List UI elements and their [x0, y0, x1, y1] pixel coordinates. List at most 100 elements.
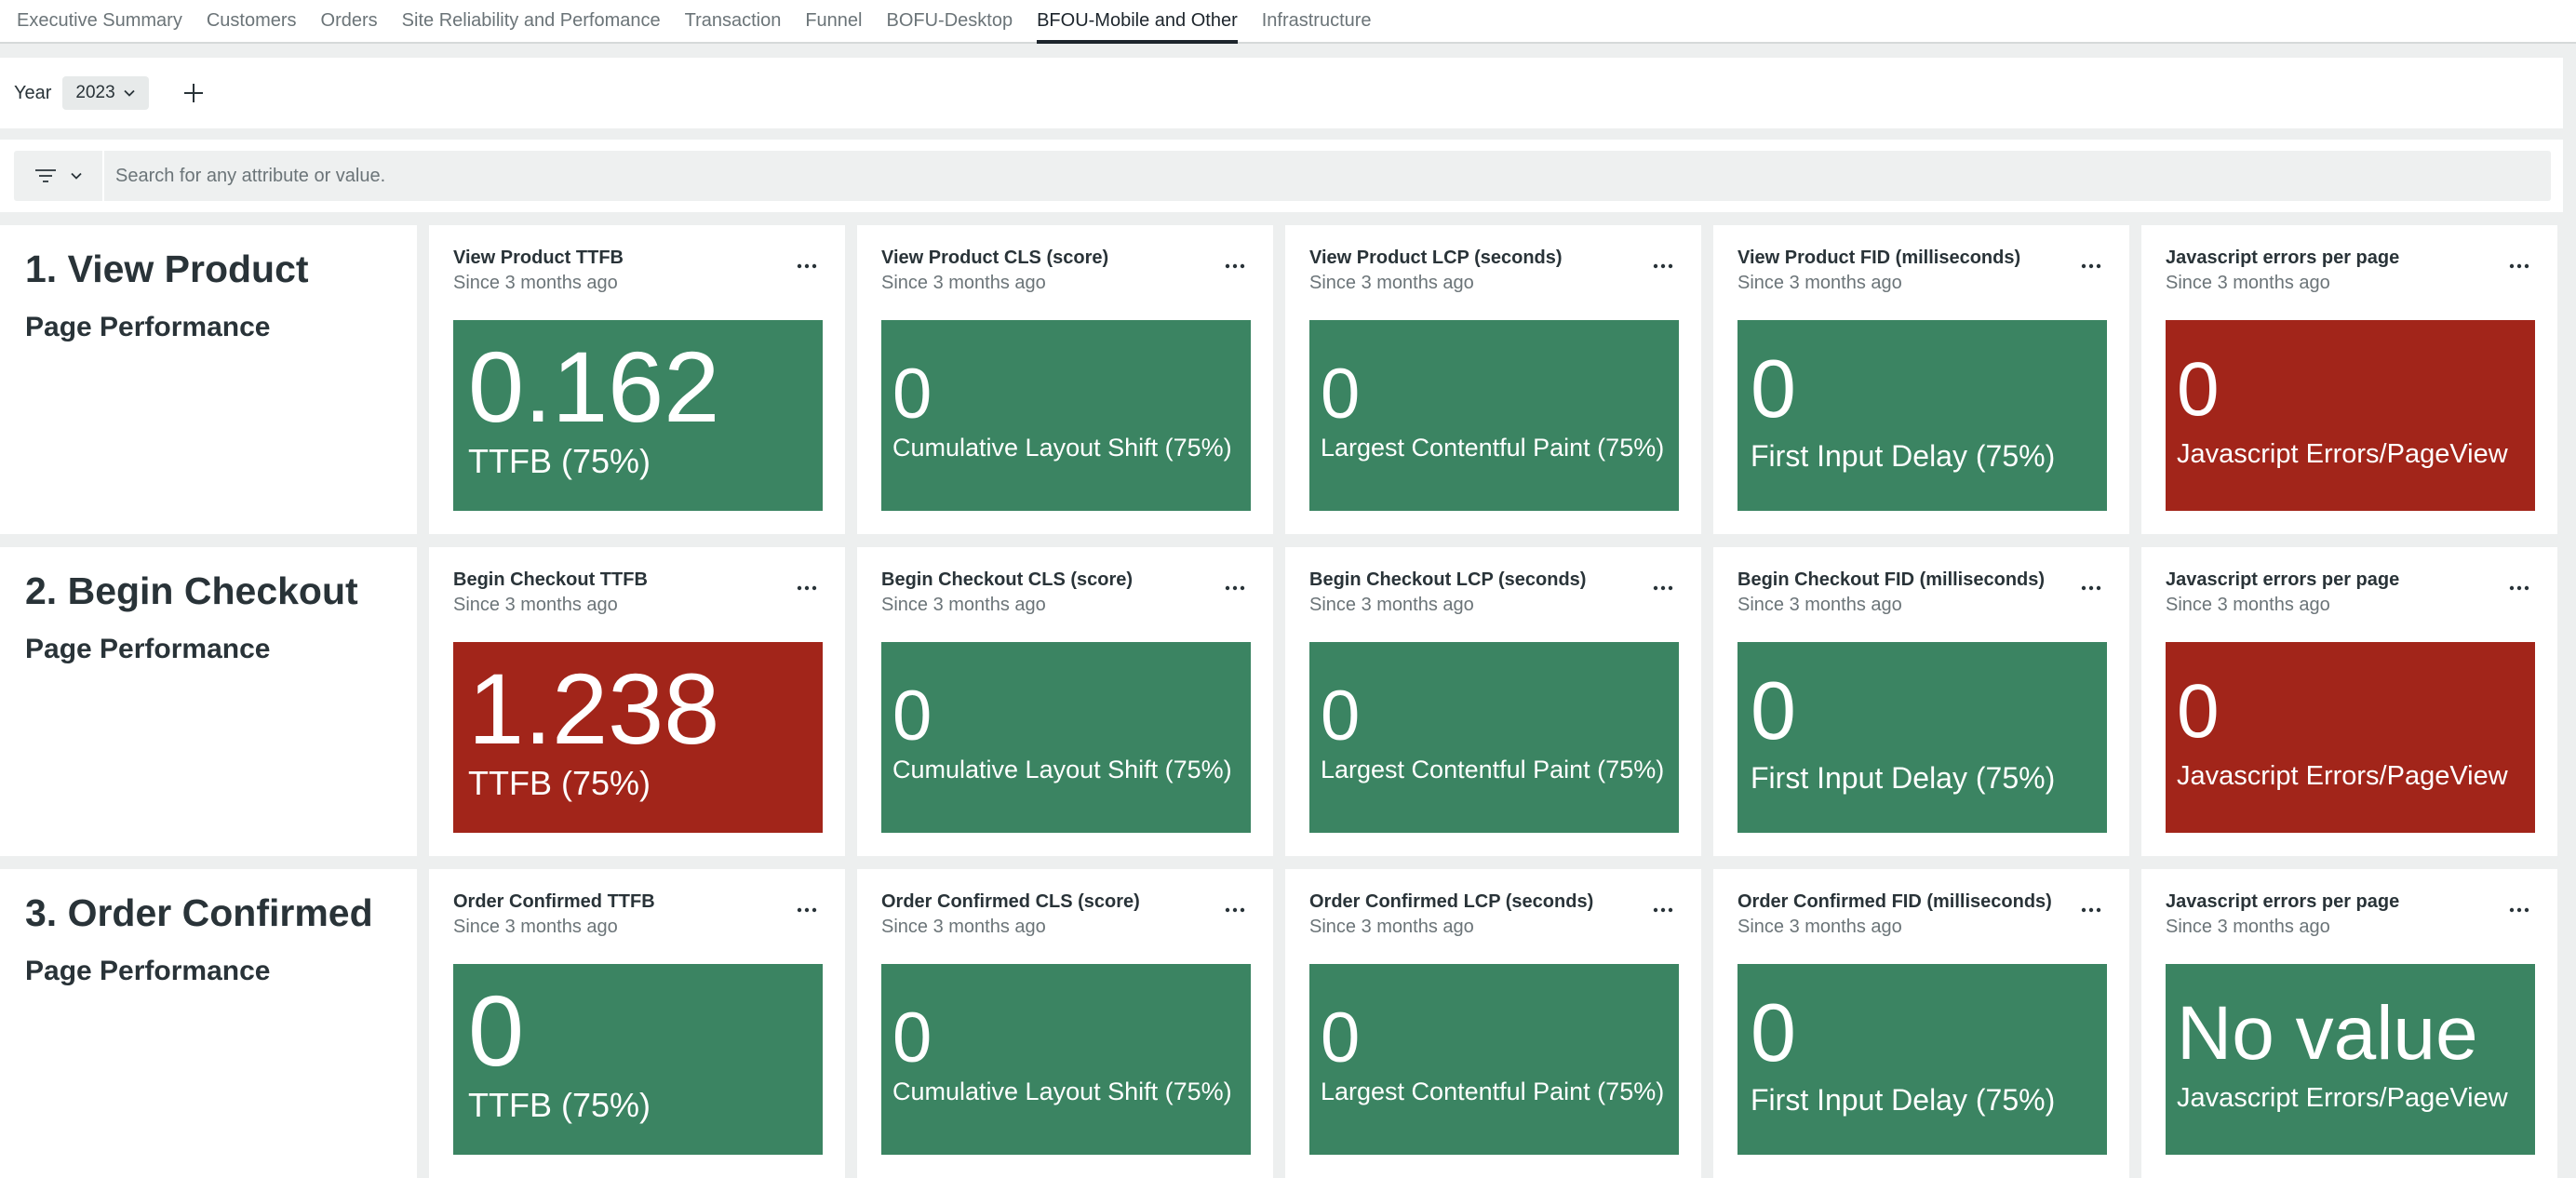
widget-menu-button[interactable] [1225, 259, 1245, 269]
billboard-value: 0 [1751, 342, 1796, 435]
widget-title: Javascript errors per page [2166, 569, 2400, 590]
tab-orders[interactable]: Orders [321, 0, 378, 42]
billboard-label: Cumulative Layout Shift (75%) [892, 434, 1232, 462]
billboard-label: Largest Contentful Paint (75%) [1321, 756, 1665, 783]
widget-title: Order Confirmed FID (milliseconds) [1737, 891, 2052, 912]
widget-js: Javascript errors per page Since 3 months… [2141, 225, 2557, 534]
widget-lcp: Begin Checkout LCP (seconds) Since 3 mont… [1285, 547, 1701, 856]
widget-title: Begin Checkout FID (milliseconds) [1737, 569, 2046, 590]
billboard-label: First Input Delay (75%) [1751, 761, 2056, 795]
year-variable-select[interactable]: 2023 [62, 76, 149, 110]
widget-time-range: Since 3 months ago [1309, 595, 1474, 615]
billboard-label: Javascript Errors/PageView [2177, 1083, 2508, 1113]
billboard-label: Cumulative Layout Shift (75%) [892, 756, 1232, 783]
billboard-value: 0 [1321, 998, 1361, 1078]
billboard-tile[interactable]: 0 First Input Delay (75%) [1737, 320, 2107, 511]
billboard-tile[interactable]: 0 TTFB (75%) [453, 964, 823, 1155]
widget-menu-button[interactable] [2509, 259, 2529, 269]
widget-menu-button[interactable] [2509, 581, 2529, 591]
widget-time-range: Since 3 months ago [1309, 917, 1474, 937]
widget-title: Begin Checkout CLS (score) [881, 569, 1134, 590]
widget-time-range: Since 3 months ago [881, 595, 1046, 615]
tab-customers[interactable]: Customers [207, 0, 297, 42]
widget-menu-button[interactable] [1653, 259, 1673, 269]
widget-ttfb: View Product TTFB Since 3 months ago 0.162… [429, 225, 845, 534]
widget-menu-button[interactable] [1225, 903, 1245, 913]
widget-menu-button[interactable] [2081, 581, 2101, 591]
billboard-tile[interactable]: 0 First Input Delay (75%) [1737, 642, 2107, 833]
billboard-tile[interactable]: No value Javascript Errors/PageView [2166, 964, 2535, 1155]
widget-menu-button[interactable] [2081, 903, 2101, 913]
tab-site-reliability-and-perfomance[interactable]: Site Reliability and Perfomance [402, 0, 661, 42]
widget-menu-button[interactable] [797, 581, 817, 591]
widget-fid: View Product FID (milliseconds) Since 3 m… [1713, 225, 2129, 534]
more-options-icon [797, 907, 817, 913]
widget-menu-button[interactable] [1653, 903, 1673, 913]
widget-title: Order Confirmed LCP (seconds) [1309, 891, 1594, 912]
more-options-icon [1653, 585, 1673, 591]
widget-title: Order Confirmed CLS (score) [881, 891, 1140, 912]
widget-menu-button[interactable] [1653, 581, 1673, 591]
widget-menu-button[interactable] [2081, 259, 2101, 269]
widget-cls: View Product CLS (score) Since 3 months a… [857, 225, 1273, 534]
billboard-tile[interactable]: 0 Cumulative Layout Shift (75%) [881, 964, 1251, 1155]
billboard-label: Largest Contentful Paint (75%) [1321, 434, 1665, 462]
widget-time-range: Since 3 months ago [2166, 917, 2330, 937]
widget-menu-button[interactable] [2509, 903, 2529, 913]
billboard-label: Largest Contentful Paint (75%) [1321, 1078, 1665, 1105]
widget-time-range: Since 3 months ago [453, 273, 618, 293]
tab-funnel[interactable]: Funnel [805, 0, 862, 42]
filter-search-input[interactable] [104, 150, 2551, 202]
widget-time-range: Since 3 months ago [2166, 273, 2330, 293]
more-options-icon [1653, 263, 1673, 269]
billboard-tile[interactable]: 0 Largest Contentful Paint (75%) [1309, 642, 1679, 833]
widget-js: Javascript errors per page Since 3 months… [2141, 869, 2557, 1178]
filter-menu-button[interactable] [14, 151, 104, 201]
section-title: 2. Begin Checkout [25, 569, 358, 612]
billboard-value: 0 [1751, 986, 1796, 1078]
widget-time-range: Since 3 months ago [453, 917, 618, 937]
section-header-card: 2. Begin Checkout Page Performance [0, 547, 417, 856]
billboard-tile[interactable]: 0 Cumulative Layout Shift (75%) [881, 320, 1251, 511]
billboard-tile[interactable]: 0 Cumulative Layout Shift (75%) [881, 642, 1251, 833]
widget-menu-button[interactable] [1225, 581, 1245, 591]
tab-bofu-desktop[interactable]: BOFU-Desktop [887, 0, 1013, 42]
tab-transaction[interactable]: Transaction [685, 0, 782, 42]
section-title: 3. Order Confirmed [25, 891, 373, 934]
billboard-value: 0 [1751, 664, 1796, 756]
year-variable-label: Year [14, 82, 52, 103]
billboard-tile[interactable]: 0 First Input Delay (75%) [1737, 964, 2107, 1155]
billboard-tile[interactable]: 1.238 TTFB (75%) [453, 642, 823, 833]
add-variable-button[interactable] [181, 80, 207, 106]
tab-bfou-mobile-and-other[interactable]: BFOU-Mobile and Other [1037, 0, 1238, 44]
widget-menu-button[interactable] [797, 259, 817, 269]
billboard-label: Javascript Errors/PageView [2177, 439, 2508, 469]
filter-container [14, 150, 2551, 202]
widget-menu-button[interactable] [797, 903, 817, 913]
billboard-value: 0 [2177, 669, 2220, 754]
more-options-icon [1225, 585, 1245, 591]
billboard-label: TTFB (75%) [468, 764, 651, 802]
billboard-tile[interactable]: 0 Largest Contentful Paint (75%) [1309, 320, 1679, 511]
section-subtitle: Page Performance [25, 312, 271, 342]
billboard-tile[interactable]: 0 Javascript Errors/PageView [2166, 642, 2535, 833]
tab-infrastructure[interactable]: Infrastructure [1262, 0, 1372, 42]
billboard-tile[interactable]: 0 Javascript Errors/PageView [2166, 320, 2535, 511]
more-options-icon [2081, 585, 2101, 591]
billboard-tile[interactable]: 0.162 TTFB (75%) [453, 320, 823, 511]
widget-ttfb: Begin Checkout TTFB Since 3 months ago 1.2… [429, 547, 845, 856]
billboard-value: 0 [892, 355, 932, 434]
more-options-icon [2509, 907, 2529, 913]
filter-icon [34, 169, 56, 182]
variable-bar: Year 2023 [0, 58, 2563, 128]
section-subtitle: Page Performance [25, 634, 271, 664]
widget-time-range: Since 3 months ago [1309, 273, 1474, 293]
section-subtitle: Page Performance [25, 956, 271, 986]
chevron-down-icon [124, 89, 135, 97]
tab-executive-summary[interactable]: Executive Summary [17, 0, 182, 42]
widget-title: Javascript errors per page [2166, 248, 2400, 268]
billboard-value: 1.238 [468, 652, 720, 765]
billboard-value: No value [2177, 991, 2478, 1076]
billboard-label: First Input Delay (75%) [1751, 1083, 2056, 1117]
billboard-tile[interactable]: 0 Largest Contentful Paint (75%) [1309, 964, 1679, 1155]
